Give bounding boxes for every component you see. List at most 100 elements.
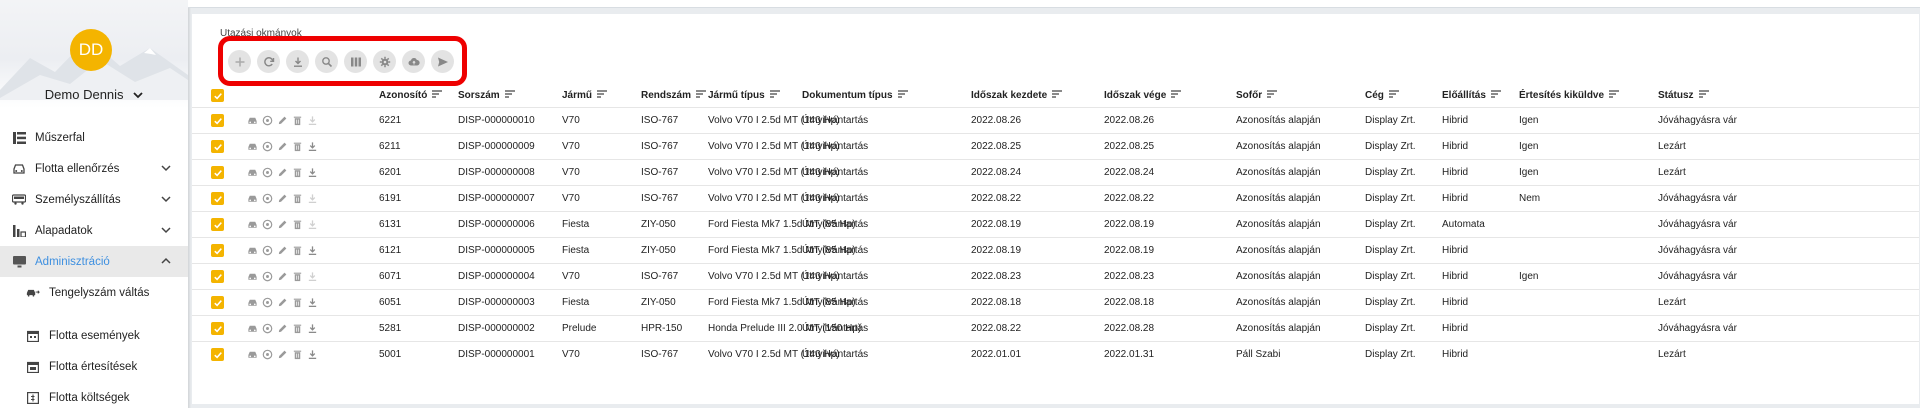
- sidebar-item-flotta-ertesitesek[interactable]: Flotta értesítések: [0, 351, 188, 382]
- edit-icon[interactable]: [277, 219, 288, 230]
- column-header[interactable]: Előállítás: [1442, 84, 1501, 107]
- select-all-checkbox[interactable]: [211, 89, 224, 102]
- sidebar-item-flotta-koltsegek[interactable]: Flotta költségek: [0, 382, 188, 408]
- send-button[interactable]: [431, 50, 454, 73]
- download-button[interactable]: [286, 50, 309, 73]
- edit-icon[interactable]: [277, 167, 288, 178]
- delete-icon[interactable]: [292, 297, 303, 308]
- car-icon[interactable]: [247, 245, 258, 256]
- delete-icon[interactable]: [292, 167, 303, 178]
- row-checkbox[interactable]: [211, 140, 224, 153]
- download-icon[interactable]: [307, 219, 318, 230]
- cloud-upload-button[interactable]: [402, 50, 425, 73]
- table-row[interactable]: 5281 DISP-000000002 Prelude HPR-150 Honda Pr…: [192, 315, 1919, 341]
- car-icon[interactable]: [247, 167, 258, 178]
- row-checkbox[interactable]: [211, 296, 224, 309]
- download-icon[interactable]: [307, 323, 318, 334]
- column-header[interactable]: Időszak vége: [1104, 84, 1182, 107]
- edit-icon[interactable]: [277, 297, 288, 308]
- edit-icon[interactable]: [277, 245, 288, 256]
- car-icon[interactable]: [247, 349, 258, 360]
- column-header[interactable]: Sorszám: [458, 84, 515, 107]
- download-icon[interactable]: [307, 245, 318, 256]
- download-icon[interactable]: [307, 167, 318, 178]
- download-icon[interactable]: [307, 141, 318, 152]
- column-header[interactable]: Értesítés kiküldve: [1519, 84, 1620, 107]
- column-header[interactable]: Azonosító: [379, 84, 443, 107]
- edit-icon[interactable]: [277, 141, 288, 152]
- edit-icon[interactable]: [277, 193, 288, 204]
- delete-icon[interactable]: [292, 323, 303, 334]
- add-button[interactable]: [228, 50, 251, 73]
- download-icon[interactable]: [307, 349, 318, 360]
- car-icon[interactable]: [247, 297, 258, 308]
- sidebar-item-szemelyszallitas[interactable]: Személyszállítás: [0, 184, 188, 215]
- table-row[interactable]: 6201 DISP-000000008 V70 ISO-767 Volvo V70 I …: [192, 159, 1919, 185]
- info-circle-icon[interactable]: [262, 271, 273, 282]
- edit-icon[interactable]: [277, 271, 288, 282]
- column-header[interactable]: Jármű: [562, 84, 608, 107]
- download-icon[interactable]: [307, 115, 318, 126]
- delete-icon[interactable]: [292, 349, 303, 360]
- row-checkbox[interactable]: [211, 192, 224, 205]
- row-checkbox[interactable]: [211, 322, 224, 335]
- edit-icon[interactable]: [277, 323, 288, 334]
- column-header[interactable]: Időszak kezdete: [971, 84, 1063, 107]
- delete-icon[interactable]: [292, 141, 303, 152]
- column-header[interactable]: Rendszám: [641, 84, 707, 107]
- delete-icon[interactable]: [292, 245, 303, 256]
- table-row[interactable]: 6051 DISP-000000003 Fiesta ZIY-050 Ford Fies…: [192, 289, 1919, 315]
- car-icon[interactable]: [247, 219, 258, 230]
- column-header[interactable]: Jármű típus: [708, 84, 780, 107]
- car-icon[interactable]: [247, 193, 258, 204]
- table-row[interactable]: 6131 DISP-000000006 Fiesta ZIY-050 Ford Fies…: [192, 211, 1919, 237]
- download-icon[interactable]: [307, 297, 318, 308]
- table-row[interactable]: 6071 DISP-000000004 V70 ISO-767 Volvo V70 I …: [192, 263, 1919, 289]
- download-icon[interactable]: [307, 271, 318, 282]
- column-header[interactable]: Státusz: [1658, 84, 1709, 107]
- sidebar-item-muszerfal[interactable]: Műszerfal: [0, 122, 188, 153]
- column-header[interactable]: Dokumentum típus: [802, 84, 908, 107]
- edit-icon[interactable]: [277, 349, 288, 360]
- sidebar-item-alapadatok[interactable]: Alapadatok: [0, 215, 188, 246]
- info-circle-icon[interactable]: [262, 219, 273, 230]
- row-checkbox[interactable]: [211, 114, 224, 127]
- user-menu[interactable]: Demo Dennis: [0, 87, 188, 102]
- car-icon[interactable]: [247, 115, 258, 126]
- sidebar-item-flotta-esemenyek[interactable]: Flotta események: [0, 320, 188, 351]
- table-row[interactable]: 6211 DISP-000000009 V70 ISO-767 Volvo V70 I …: [192, 133, 1919, 159]
- car-icon[interactable]: [247, 323, 258, 334]
- columns-button[interactable]: [344, 50, 367, 73]
- column-header[interactable]: Cég: [1365, 84, 1399, 107]
- sidebar-item-tengelyszam-valtas[interactable]: Tengelyszám váltás: [0, 277, 188, 308]
- row-checkbox[interactable]: [211, 348, 224, 361]
- info-circle-icon[interactable]: [262, 349, 273, 360]
- row-checkbox[interactable]: [211, 218, 224, 231]
- info-circle-icon[interactable]: [262, 193, 273, 204]
- car-icon[interactable]: [247, 271, 258, 282]
- car-icon[interactable]: [247, 141, 258, 152]
- row-checkbox[interactable]: [211, 270, 224, 283]
- search-button[interactable]: [315, 50, 338, 73]
- delete-icon[interactable]: [292, 193, 303, 204]
- refresh-button[interactable]: [257, 50, 280, 73]
- column-header[interactable]: Sofőr: [1236, 84, 1278, 107]
- info-circle-icon[interactable]: [262, 245, 273, 256]
- edit-icon[interactable]: [277, 115, 288, 126]
- sidebar-item-adminisztracio[interactable]: Adminisztráció: [0, 246, 188, 277]
- info-circle-icon[interactable]: [262, 167, 273, 178]
- avatar[interactable]: DD: [70, 29, 112, 71]
- info-circle-icon[interactable]: [262, 115, 273, 126]
- delete-icon[interactable]: [292, 115, 303, 126]
- delete-icon[interactable]: [292, 219, 303, 230]
- row-checkbox[interactable]: [211, 166, 224, 179]
- table-row[interactable]: 6221 DISP-000000010 V70 ISO-767 Volvo V70 I …: [192, 107, 1919, 133]
- info-circle-icon[interactable]: [262, 141, 273, 152]
- sidebar-item-flotta-ellenorzes[interactable]: Flotta ellenőrzés: [0, 153, 188, 184]
- settings-button[interactable]: [373, 50, 396, 73]
- table-row[interactable]: 5001 DISP-000000001 V70 ISO-767 Volvo V70 I …: [192, 341, 1919, 367]
- row-checkbox[interactable]: [211, 244, 224, 257]
- info-circle-icon[interactable]: [262, 297, 273, 308]
- delete-icon[interactable]: [292, 271, 303, 282]
- info-circle-icon[interactable]: [262, 323, 273, 334]
